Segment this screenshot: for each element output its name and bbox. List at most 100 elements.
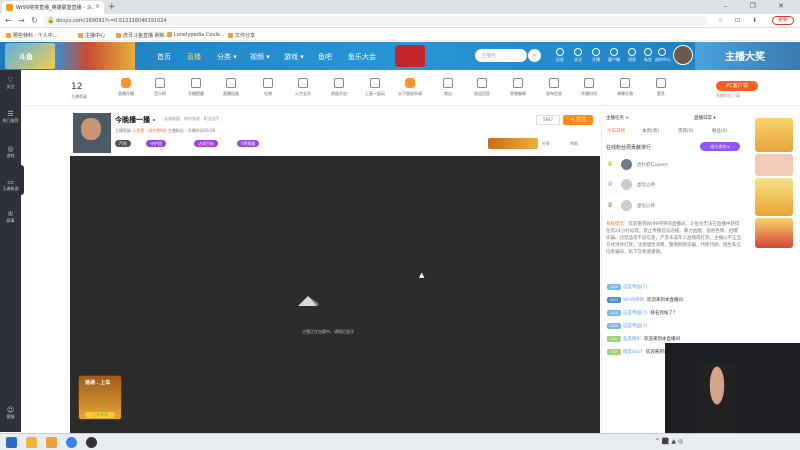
chrome-icon[interactable] [66, 437, 77, 448]
task-tab[interactable]: 主播任务 > [606, 115, 629, 121]
toolbar-item[interactable]: 商店 [433, 78, 463, 97]
room-category[interactable]: 英雄联盟 · 单机游戏 · 职业选手 [164, 116, 220, 122]
sidebar-item-game[interactable]: ◎ 游戏 [0, 145, 21, 159]
report-button[interactable]: 举报 [570, 141, 578, 147]
toolbar-item[interactable]: 水下版权申请 [395, 78, 425, 97]
windows-start-icon[interactable] [6, 437, 17, 448]
bookmark-item[interactable]: 那些特料 · 个人中... [6, 32, 58, 39]
controller-icon: ▭ [7, 178, 14, 186]
ad-banner[interactable] [755, 218, 793, 248]
badge-vip[interactable]: VIP高级 [237, 140, 260, 147]
nav-fishbar[interactable]: 鱼吧 [318, 52, 332, 62]
rank-row[interactable]: ♛ 虚位以待 [607, 178, 742, 192]
toolbar-item[interactable]: 荣誉徽章 [503, 78, 533, 97]
chat-message[interactable]: LV20 这是帝国(7) 排名到站了？ [607, 310, 677, 316]
header-promo-banner[interactable] [55, 42, 135, 70]
tab-daily-rank[interactable]: 今日日榜 [607, 128, 625, 134]
app-icon[interactable] [86, 437, 97, 448]
ad-banner[interactable] [755, 178, 793, 216]
tab-vip[interactable]: 贵宾(0) [678, 128, 693, 134]
badge-car[interactable]: 汽车 [115, 140, 131, 147]
toolbar-item[interactable]: 欢迎回家 [467, 78, 497, 97]
bookmark-item[interactable]: Lonelypedia Coule... [167, 32, 225, 38]
nav-event[interactable]: 鱼乐大会 [348, 52, 376, 62]
new-tab-icon[interactable]: + [108, 2, 116, 12]
chat-message[interactable]: LV20 这是帝国(7) [607, 323, 650, 329]
follow-button[interactable]: + 关注 [563, 115, 593, 125]
toolbar-item[interactable]: 直播设备 [216, 78, 246, 97]
toolbar-item[interactable]: 贵族开启 [324, 78, 354, 97]
header-right-banner[interactable]: 主播大奖 [695, 42, 800, 70]
share-button[interactable]: 分享 [542, 141, 550, 147]
bookmark-item[interactable]: 主播中心 [78, 32, 105, 39]
sidebar-item-follow[interactable]: ♡ 关注 [0, 76, 21, 90]
history-icon[interactable]: 历史 [553, 48, 567, 63]
video-player[interactable]: 主播正在加载中，请稍后尝试 ▲ 速通 . 上车 上车领奖 [70, 156, 600, 433]
badge-guard[interactable]: 守护团 [146, 140, 166, 147]
start-live-icon[interactable]: 开播 [589, 48, 603, 63]
chat-message[interactable]: LV1 鱼友精彩 欢迎来到本直播间 [607, 336, 680, 342]
client-icon[interactable]: 客户端 [607, 48, 621, 63]
search-icon[interactable]: ⌕ [528, 49, 541, 62]
room-event-banner[interactable] [488, 138, 538, 149]
rank-row[interactable]: ♛ 虚位以待 [607, 199, 742, 213]
ad-banner[interactable] [755, 154, 793, 176]
toolbar-item[interactable]: 火力全开 [288, 78, 318, 97]
tab-close-icon[interactable]: × [95, 3, 100, 10]
become-vip-button[interactable]: 成为贵宾 ▸ [700, 142, 740, 151]
chat-message[interactable]: LV20 这是帝国(7) [607, 284, 650, 290]
creator-center-icon[interactable]: 创作中心 [655, 48, 671, 63]
douyu-logo[interactable]: 斗鱼 [5, 43, 55, 69]
ad-banner[interactable] [755, 118, 793, 152]
toolbar-item[interactable]: 更多 [646, 78, 676, 97]
bookmark-item[interactable]: 虎牙斗鱼直播 刷新... [116, 32, 169, 39]
app-icon[interactable] [46, 437, 57, 448]
sidebar-item-hot[interactable]: ☰ 热门推荐 [0, 110, 21, 124]
nav-category[interactable]: 分类 ▾ [217, 52, 237, 62]
toolbar-item[interactable]: 音乐榜 [145, 78, 175, 97]
client-download-link[interactable]: 直播伴侣下载 [716, 93, 740, 99]
sidebar-item-service[interactable]: ☺ 客服 [0, 406, 21, 420]
browser-tab[interactable]: Wr99突突直播_英雄联盟直播 - 斗... × [2, 1, 104, 14]
gift-promo-card[interactable]: 速通 . 上车 上车领奖 [78, 375, 122, 420]
app-icon[interactable] [26, 437, 37, 448]
profile-update-button[interactable]: 更新 [772, 16, 794, 25]
tab-fans[interactable]: 粉丝(0) [712, 128, 727, 134]
toolbar-item[interactable]: 发布信息 [539, 78, 569, 97]
browser-action-icons[interactable]: ☆ ⊡ ⬇ [718, 17, 762, 24]
rank-row[interactable]: ♛ 虎扑虾仁qwert [607, 158, 742, 172]
back-arrow-icon[interactable]: ← [5, 16, 12, 25]
nav-home[interactable]: 首页 [157, 52, 171, 62]
streamer-avatar[interactable] [73, 113, 111, 153]
nav-live[interactable]: 直播 [187, 52, 201, 62]
user-avatar[interactable] [673, 45, 693, 65]
tab-weekly[interactable]: 本周(周) [642, 128, 659, 134]
nav-game[interactable]: 游戏 ▾ [284, 52, 304, 62]
reload-icon[interactable]: ↻ [31, 16, 38, 25]
gift-button[interactable]: 上车领奖 [85, 412, 115, 418]
follow-icon[interactable]: 关注 [571, 48, 585, 63]
address-bar[interactable]: 🔒 douyu.com/169092?c=0.512116046191024 [43, 16, 708, 26]
search-input[interactable]: 主播名 [475, 49, 527, 62]
bookmark-item[interactable]: 文件分享 [228, 32, 255, 39]
badge-goal[interactable]: 达成目标 [194, 140, 218, 147]
toolbar-item[interactable]: 弹幕礼物 [610, 78, 640, 97]
toolbar-item[interactable]: 礼物 [253, 78, 283, 97]
message-icon[interactable]: 消息 [625, 48, 639, 63]
toolbar-item[interactable]: 上麦一起玩 [360, 78, 390, 97]
private-message-icon[interactable]: 私信 [641, 48, 655, 63]
forward-arrow-icon[interactable]: → [18, 16, 25, 25]
event-promo-badge[interactable] [395, 45, 425, 67]
toolbar-item[interactable]: 开播时间 [574, 78, 604, 97]
system-tray[interactable]: ^ ⬛ ▲ ◎ [655, 438, 683, 445]
daily-tab[interactable]: 直播日常 ▾ [694, 115, 716, 121]
toolbar-item[interactable]: 直播开播 [111, 78, 141, 97]
toolbar-item[interactable]: 开播提醒 [181, 78, 211, 97]
pc-client-button[interactable]: PC客户端 [716, 81, 758, 91]
nav-video[interactable]: 视频 ▾ [250, 52, 270, 62]
sidebar-item-newgame[interactable]: ▭ 王者新游 [0, 178, 21, 192]
chat-message[interactable]: LV11 Wr99突突 欢迎来到本直播间 [607, 297, 683, 303]
window-controls[interactable]: – ❐ ✕ [724, 2, 794, 10]
sidebar-collapse-handle[interactable] [19, 165, 24, 195]
sidebar-item-match[interactable]: ♔ 赛事 [0, 210, 21, 224]
